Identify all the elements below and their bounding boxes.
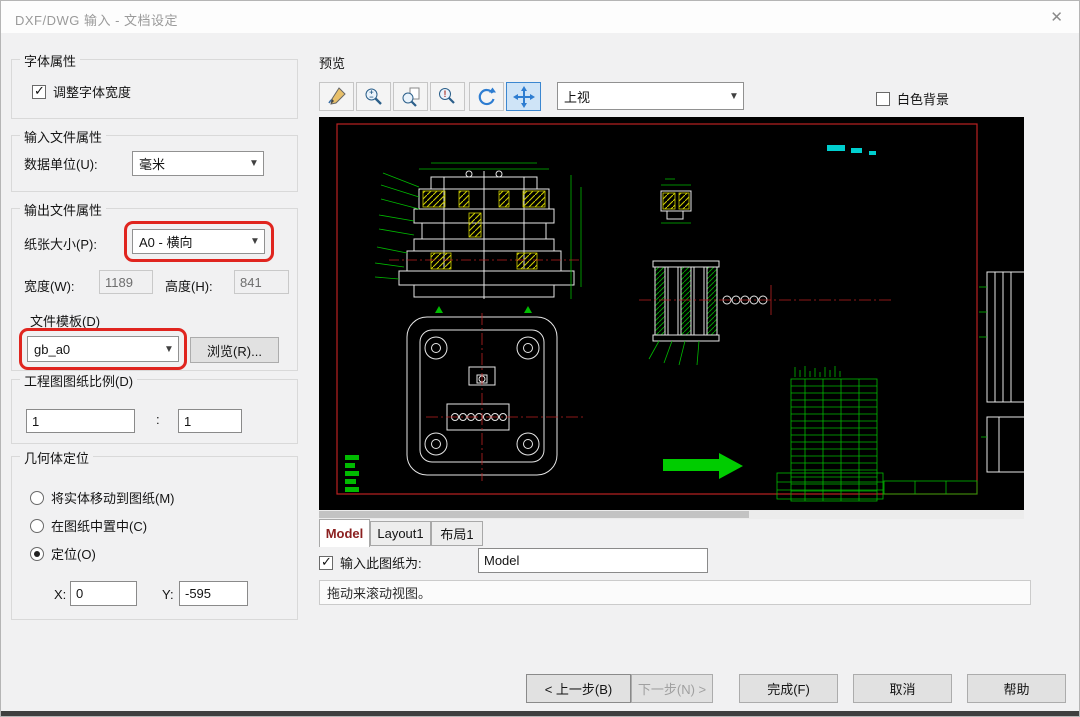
white-background-checkbox[interactable]: 白色背景 <box>876 89 949 108</box>
svg-text:−: − <box>369 92 374 101</box>
radio-center-in-sheet[interactable]: 在图纸中置中(C) <box>30 516 147 535</box>
input-file-properties-title: 输入文件属性 <box>20 127 106 146</box>
zoom-to-area-button[interactable]: ! <box>430 82 465 111</box>
import-sheet-as-label: 输入此图纸为: <box>340 553 422 572</box>
radio-center-in-sheet-box[interactable] <box>30 519 44 533</box>
browse-button[interactable]: 浏览(R)... <box>190 337 279 363</box>
tab-model[interactable]: Model <box>319 519 370 547</box>
finish-button[interactable]: 完成(F) <box>739 674 838 703</box>
view-orientation-value: 上视 <box>564 87 590 106</box>
dxf-dwg-import-dialog: DXF/DWG 输入 - 文档设定 ✕ 字体属性 调整字体宽度 输入文件属性 数… <box>0 0 1080 717</box>
paper-size-select[interactable]: A0 - 横向 ▼ <box>132 229 265 254</box>
radio-center-in-sheet-label: 在图纸中置中(C) <box>51 516 147 535</box>
x-label: X: <box>54 587 66 602</box>
adjust-font-width-checkbox[interactable]: 调整字体宽度 <box>32 82 131 101</box>
drawing-scale-group: 工程图图纸比例(D) : <box>11 379 298 444</box>
refresh-button[interactable] <box>469 82 504 111</box>
radio-position-label: 定位(O) <box>51 544 96 563</box>
cad-preview-drawing <box>319 117 1024 510</box>
status-text: 拖动来滚动视图。 <box>327 583 431 602</box>
view-orientation-select[interactable]: 上视 ▼ <box>557 82 744 110</box>
sketch-tool-icon <box>326 86 348 108</box>
y-label: Y: <box>162 587 174 602</box>
height-input <box>234 270 289 294</box>
paper-size-label: 纸张大小(P): <box>24 234 97 253</box>
close-icon[interactable]: ✕ <box>1050 8 1063 26</box>
white-background-label: 白色背景 <box>897 89 949 108</box>
window-bottom-edge <box>1 711 1079 716</box>
radio-position[interactable]: 定位(O) <box>30 544 96 563</box>
sheet-name-input[interactable] <box>478 548 708 573</box>
pan-button[interactable] <box>506 82 541 111</box>
svg-text:!: ! <box>443 89 446 99</box>
width-input <box>99 270 153 294</box>
titlebar: DXF/DWG 输入 - 文档设定 ✕ <box>1 1 1079 33</box>
preview-horizontal-scrollbar[interactable] <box>319 510 1024 519</box>
file-template-value: gb_a0 <box>34 342 70 357</box>
scrollbar-thumb[interactable] <box>319 511 749 518</box>
tab-buju1[interactable]: 布局1 <box>431 521 483 546</box>
zoom-to-fit-button[interactable] <box>393 82 428 111</box>
x-input[interactable] <box>70 581 137 606</box>
adjust-font-width-label: 调整字体宽度 <box>53 82 131 101</box>
file-template-label: 文件模板(D) <box>30 311 100 330</box>
chevron-down-icon: ▼ <box>160 344 178 355</box>
import-sheet-as-checkbox[interactable]: 输入此图纸为: <box>319 553 422 572</box>
refresh-icon <box>476 86 498 108</box>
adjust-font-width-checkbox-box[interactable] <box>32 85 46 99</box>
geometry-positioning-group: 几何体定位 将实体移动到图纸(M) 在图纸中置中(C) 定位(O) X: Y: <box>11 456 298 620</box>
zoom-to-fit-icon <box>400 86 422 108</box>
scale-numerator-input[interactable] <box>26 409 135 433</box>
chevron-down-icon: ▼ <box>245 158 263 169</box>
output-file-properties-title: 输出文件属性 <box>20 200 106 219</box>
help-button[interactable]: 帮助 <box>967 674 1066 703</box>
width-label: 宽度(W): <box>24 276 75 295</box>
font-properties-group: 字体属性 调整字体宽度 <box>11 59 298 119</box>
font-properties-title: 字体属性 <box>20 51 80 70</box>
white-background-checkbox-box[interactable] <box>876 92 890 106</box>
cancel-button[interactable]: 取消 <box>853 674 952 703</box>
data-unit-value: 毫米 <box>139 154 165 173</box>
import-sheet-as-checkbox-box[interactable] <box>319 556 333 570</box>
preview-title: 预览 <box>319 53 345 72</box>
next-button: 下一步(N) > <box>631 674 713 703</box>
status-bar: 拖动来滚动视图。 <box>319 580 1031 605</box>
back-button[interactable]: < 上一步(B) <box>526 674 631 703</box>
drawing-scale-title: 工程图图纸比例(D) <box>20 371 137 390</box>
data-unit-label: 数据单位(U): <box>24 154 98 173</box>
chevron-down-icon: ▼ <box>246 236 264 247</box>
output-file-properties-group: 输出文件属性 纸张大小(P): A0 - 横向 ▼ 宽度(W): 高度(H): … <box>11 208 298 371</box>
preview-canvas[interactable] <box>319 117 1024 510</box>
scale-denominator-input[interactable] <box>178 409 242 433</box>
tab-layout1[interactable]: Layout1 <box>370 521 431 546</box>
chevron-down-icon: ▼ <box>725 91 743 102</box>
input-file-properties-group: 输入文件属性 数据单位(U): 毫米 ▼ <box>11 135 298 192</box>
sketch-tool-button[interactable] <box>319 82 354 111</box>
green-arrow-marker <box>663 453 743 479</box>
data-unit-select[interactable]: 毫米 ▼ <box>132 151 264 176</box>
paper-size-value: A0 - 横向 <box>139 232 192 251</box>
zoom-in-out-button[interactable]: + − <box>356 82 391 111</box>
radio-position-box[interactable] <box>30 547 44 561</box>
height-label: 高度(H): <box>165 276 213 295</box>
file-template-select[interactable]: gb_a0 ▼ <box>27 336 179 362</box>
radio-move-entities-to-sheet[interactable]: 将实体移动到图纸(M) <box>30 488 175 507</box>
pan-icon <box>513 86 535 108</box>
geometry-positioning-title: 几何体定位 <box>20 448 93 467</box>
radio-move-entities-label: 将实体移动到图纸(M) <box>51 488 175 507</box>
window-title: DXF/DWG 输入 - 文档设定 <box>15 10 178 29</box>
zoom-in-out-icon: + − <box>363 86 385 108</box>
scale-separator: : <box>156 412 160 427</box>
radio-move-entities-box[interactable] <box>30 491 44 505</box>
y-input[interactable] <box>179 581 248 606</box>
zoom-to-area-icon: ! <box>437 86 459 108</box>
